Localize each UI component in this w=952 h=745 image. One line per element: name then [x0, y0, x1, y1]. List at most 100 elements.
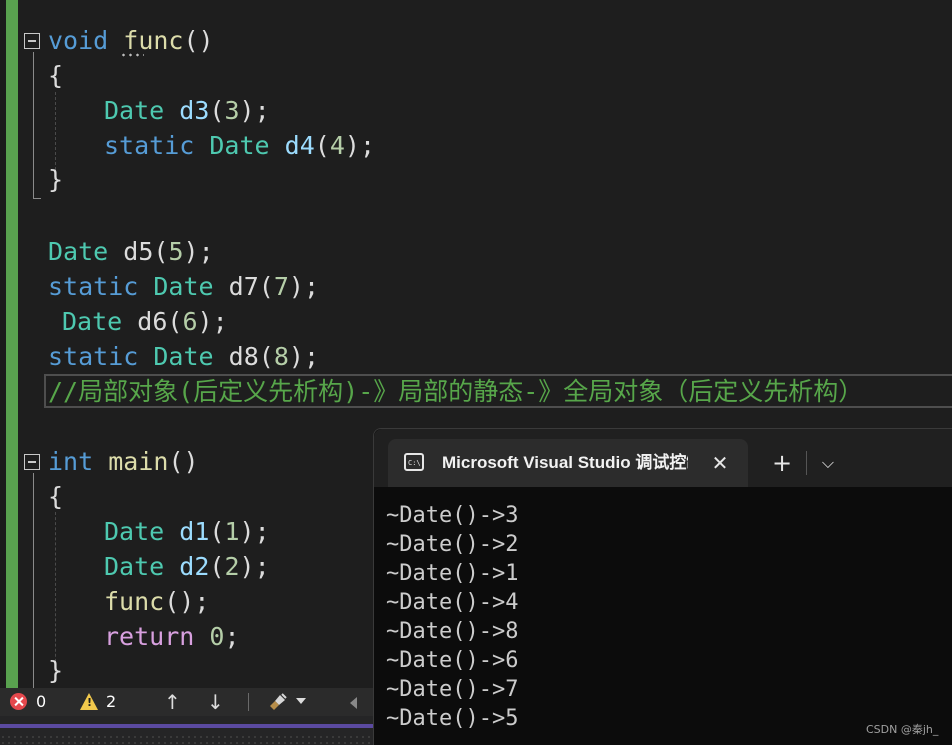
number-literal: 5: [168, 237, 184, 266]
change-indicator-bar: [6, 0, 18, 688]
open-paren: (: [258, 272, 274, 301]
code-line-d7[interactable]: static Date d7(7);: [48, 269, 319, 304]
csdn-watermark: CSDN @秦jh_: [866, 723, 939, 736]
scroll-left-icon[interactable]: [350, 697, 357, 709]
number-literal: 4: [329, 131, 345, 160]
brace: {: [48, 61, 64, 90]
console-output-line: ~Date()->8: [386, 619, 519, 644]
comment-text: //局部对象(后定义先析构)-》局部的静态-》全局对象（后定义先析构）: [48, 377, 864, 406]
console-output-line: ~Date()->6: [386, 648, 519, 673]
warning-count[interactable]: 2: [106, 688, 116, 716]
collapse-func-icon[interactable]: [24, 33, 40, 49]
code-line-d6[interactable]: Date d6(6);: [62, 304, 228, 339]
number-literal: 1: [224, 517, 240, 546]
function-name: func: [104, 587, 165, 616]
previous-issue-button[interactable]: ↑: [164, 688, 181, 716]
open-paren: (: [209, 517, 225, 546]
type-name: Date: [104, 96, 165, 125]
code-line-close-brace[interactable]: }: [48, 162, 63, 197]
number-literal: 0: [209, 622, 225, 651]
keyword: static: [104, 131, 195, 160]
code-line-d3[interactable]: Date d3(3);: [104, 93, 270, 128]
type-name: Date: [104, 517, 165, 546]
console-icon: C:\: [404, 453, 424, 471]
console-output-line: ~Date()->4: [386, 590, 519, 615]
code-cleanup-brush-icon[interactable]: [268, 693, 288, 711]
code-line-close-brace[interactable]: }: [48, 653, 63, 688]
function-name: func: [123, 26, 184, 55]
close-paren: );: [344, 131, 375, 160]
close-paren: );: [239, 552, 270, 581]
code-line-open-brace[interactable]: {: [48, 58, 63, 93]
error-icon[interactable]: [10, 693, 27, 710]
status-separator: [248, 693, 249, 711]
outlining-gutter: [18, 0, 46, 688]
brace: }: [48, 165, 64, 194]
new-tab-button[interactable]: +: [768, 439, 796, 487]
global-name: d7: [228, 272, 259, 301]
console-output-line: ~Date()->2: [386, 532, 519, 557]
global-name: d8: [228, 342, 259, 371]
open-paren: (: [209, 96, 225, 125]
panel-resize-grip[interactable]: [0, 734, 373, 745]
variable-name: d3: [179, 96, 210, 125]
number-literal: 3: [224, 96, 240, 125]
keyword: void: [48, 26, 109, 55]
code-line-comment[interactable]: //局部对象(后定义先析构)-》局部的静态-》全局对象（后定义先析构）: [48, 374, 863, 409]
type-name: Date: [62, 307, 123, 336]
tab-title: Microsoft Visual Studio 调试控制台: [442, 453, 688, 472]
open-paren: (: [258, 342, 274, 371]
debug-console-window[interactable]: C:\ Microsoft Visual Studio 调试控制台 ✕ + ⌵ …: [373, 428, 952, 745]
code-line-d1[interactable]: Date d1(1);: [104, 514, 270, 549]
number-literal: 7: [273, 272, 289, 301]
brace: }: [48, 656, 64, 685]
close-paren: );: [288, 342, 319, 371]
code-line-d8[interactable]: static Date d8(8);: [48, 339, 319, 374]
terminal-tab[interactable]: C:\ Microsoft Visual Studio 调试控制台 ✕: [388, 439, 748, 487]
variable-name: d1: [179, 517, 210, 546]
code-line-return[interactable]: return 0;: [104, 619, 240, 654]
suggestion-dots[interactable]: [120, 53, 144, 57]
tab-dropdown-button[interactable]: ⌵: [814, 439, 842, 487]
console-output-line: ~Date()->3: [386, 503, 519, 528]
open-paren: (: [209, 552, 225, 581]
number-literal: 2: [224, 552, 240, 581]
code-line-main-decl[interactable]: int main(): [48, 444, 199, 479]
code-line-d4[interactable]: static Date d4(4);: [104, 128, 375, 163]
collapse-main-icon[interactable]: [24, 454, 40, 470]
next-issue-button[interactable]: ↓: [207, 688, 224, 716]
keyword: return: [104, 622, 195, 651]
keyword: int: [48, 447, 94, 476]
console-output-line: ~Date()->7: [386, 677, 519, 702]
code-line-func-call[interactable]: func();: [104, 584, 209, 619]
call-parens: ();: [164, 587, 210, 616]
accent-strip: [0, 724, 373, 728]
close-paren: );: [239, 517, 270, 546]
tab-divider: [806, 451, 807, 475]
console-output-line: ~Date()->1: [386, 561, 519, 586]
brace: {: [48, 482, 64, 511]
keyword: static: [48, 342, 139, 371]
close-paren: );: [183, 237, 214, 266]
semicolon: ;: [224, 622, 240, 651]
close-paren: );: [197, 307, 228, 336]
code-line-d5[interactable]: Date d5(5);: [48, 234, 214, 269]
close-tab-button[interactable]: ✕: [706, 439, 734, 487]
function-name: main: [108, 447, 169, 476]
fold-end: [33, 198, 41, 199]
type-name: Date: [209, 131, 270, 160]
number-literal: 8: [273, 342, 289, 371]
number-literal: 6: [182, 307, 198, 336]
open-paren: (: [153, 237, 169, 266]
code-line-d2[interactable]: Date d2(2);: [104, 549, 270, 584]
fold-line: [33, 473, 34, 688]
error-count[interactable]: 0: [36, 688, 46, 716]
type-name: Date: [153, 272, 214, 301]
indent-guide: [55, 512, 56, 672]
type-name: Date: [104, 552, 165, 581]
cleanup-dropdown-icon[interactable]: [296, 698, 306, 704]
code-line-open-brace[interactable]: {: [48, 479, 63, 514]
fold-line: [33, 52, 34, 198]
type-name: Date: [153, 342, 214, 371]
console-output-line: ~Date()->5: [386, 706, 519, 731]
